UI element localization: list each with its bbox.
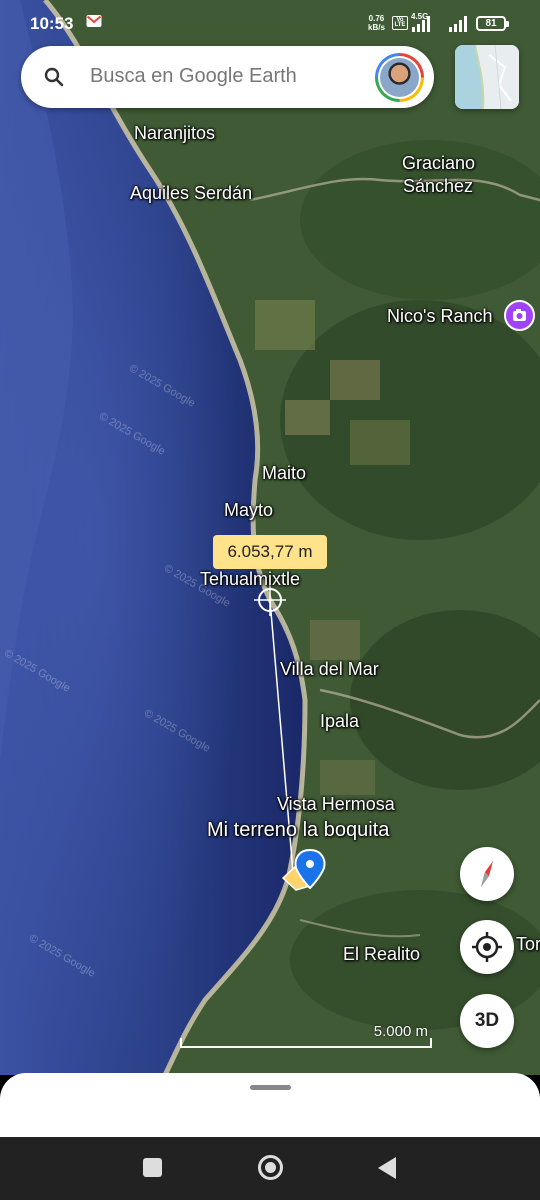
my-location-button[interactable] <box>460 920 514 974</box>
place-label[interactable]: El Realito <box>343 944 420 965</box>
network-speed-value: 0.76 <box>368 14 385 23</box>
place-label[interactable]: Mayto <box>224 500 273 521</box>
status-bar: 10:53 0.76 kB/s Vo LTE 4.5G 81 <box>0 0 540 46</box>
clock: 10:53 <box>30 14 74 33</box>
search-input[interactable]: Busca en Google Earth <box>90 65 297 88</box>
measurement-distance: 6.053,77 m <box>213 535 327 569</box>
drag-handle[interactable] <box>250 1085 291 1090</box>
account-avatar[interactable] <box>375 53 424 102</box>
volte-icon: Vo LTE <box>392 16 408 30</box>
place-label[interactable]: Aquiles Serdán <box>130 183 252 204</box>
map-layers-icon <box>455 45 519 109</box>
scale-tick <box>430 1038 432 1048</box>
compass-icon <box>481 861 493 887</box>
compass-button[interactable] <box>460 847 514 901</box>
battery-icon: 81 <box>476 16 509 31</box>
saved-place-label[interactable]: Mi terreno la boquita <box>207 819 389 842</box>
place-label[interactable]: Villa del Mar <box>280 659 379 680</box>
place-label[interactable]: Naranjitos <box>134 123 215 144</box>
place-label[interactable]: Graciano <box>402 153 475 174</box>
place-label[interactable]: Ipala <box>320 711 359 732</box>
my-location-icon <box>472 932 502 962</box>
search-icon <box>44 67 64 87</box>
recent-apps-button[interactable] <box>143 1158 162 1177</box>
scale-label: 5.000 m <box>373 1023 428 1040</box>
gmail-icon <box>86 15 102 27</box>
scale-line <box>180 1046 432 1048</box>
home-button[interactable] <box>258 1155 283 1180</box>
place-label[interactable]: Sánchez <box>403 176 473 197</box>
photo-spot-icon[interactable] <box>504 300 535 331</box>
network-speed: 0.76 kB/s <box>368 14 385 32</box>
3d-toggle-button[interactable]: 3D <box>460 994 514 1048</box>
scale-tick <box>180 1038 182 1048</box>
network-speed-unit: kB/s <box>368 23 385 32</box>
place-label[interactable]: Nico's Ranch <box>387 306 492 327</box>
place-label[interactable]: Tor <box>516 934 540 955</box>
bottom-sheet[interactable] <box>0 1073 540 1143</box>
scale-bar: 5.000 m <box>180 1023 432 1051</box>
map-type-button[interactable] <box>455 45 519 109</box>
signal-icon <box>412 16 430 32</box>
place-label[interactable]: Tehualmixtle <box>200 569 300 590</box>
satellite-map[interactable]: © 2025 Google © 2025 Google © 2025 Googl… <box>0 0 540 1075</box>
search-bar[interactable]: Busca en Google Earth <box>21 46 434 108</box>
back-button[interactable] <box>378 1157 396 1179</box>
system-nav-bar <box>0 1137 540 1200</box>
place-label[interactable]: Vista Hermosa <box>277 794 395 815</box>
signal-icon <box>449 16 467 32</box>
place-label[interactable]: Maito <box>262 463 306 484</box>
